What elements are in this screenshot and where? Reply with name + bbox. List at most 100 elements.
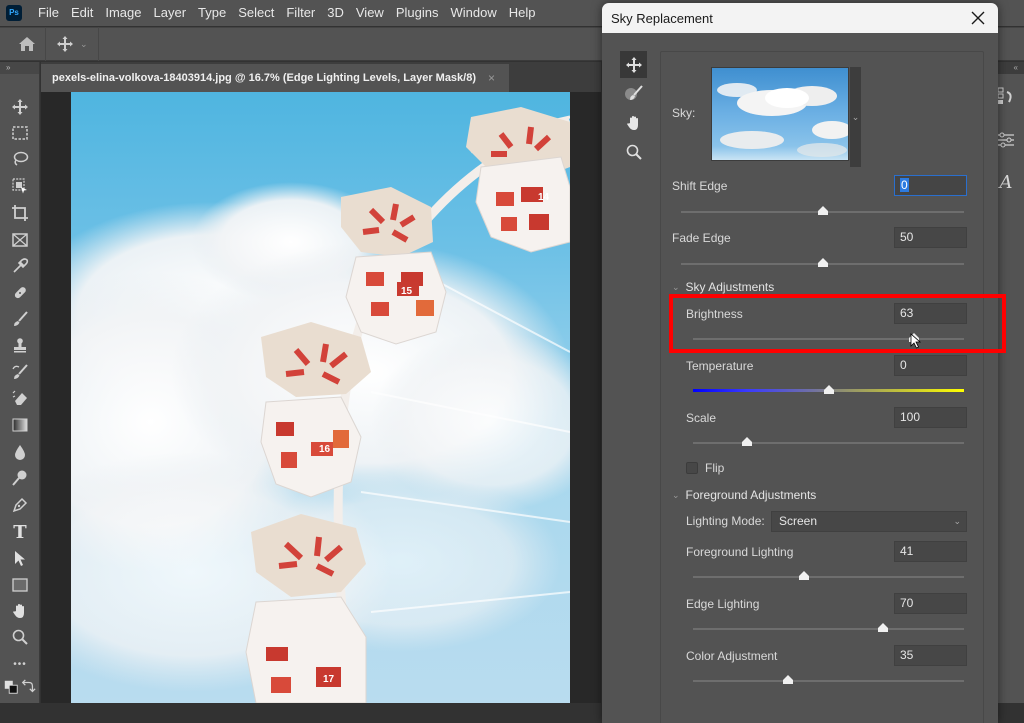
menu-help[interactable]: Help <box>503 0 542 26</box>
lasso-icon <box>13 151 29 166</box>
flip-checkbox[interactable] <box>686 462 698 474</box>
tool-preset-picker[interactable]: ⌄ <box>46 27 99 61</box>
menu-filter[interactable]: Filter <box>280 0 321 26</box>
object-selection-tool[interactable] <box>7 175 33 197</box>
edge-lighting-slider[interactable] <box>693 623 964 634</box>
bandage-icon <box>14 287 26 299</box>
menu-3d[interactable]: 3D <box>321 0 350 26</box>
menu-window[interactable]: Window <box>444 0 502 26</box>
foreground-adjustments-header[interactable]: ⌄ Foreground Adjustments <box>672 488 816 502</box>
home-button[interactable] <box>8 27 46 61</box>
brightness-slider[interactable] <box>693 333 964 344</box>
dialog-titlebar[interactable]: Sky Replacement <box>602 3 998 33</box>
photoshop-logo-icon: Ps <box>6 5 22 21</box>
sky-move-tool[interactable] <box>620 51 647 78</box>
glyphs-icon: A <box>999 171 1013 193</box>
zoom-icon <box>12 629 28 645</box>
rect-marquee-icon <box>12 126 28 140</box>
menu-plugins[interactable]: Plugins <box>390 0 445 26</box>
fade-edge-field[interactable]: 50 <box>894 227 967 248</box>
zoom-tool[interactable] <box>7 626 33 648</box>
lasso-tool[interactable] <box>7 148 33 170</box>
swap-colors-button[interactable] <box>20 676 36 698</box>
shift-edge-slider[interactable] <box>681 206 964 217</box>
slider-thumb[interactable] <box>799 571 810 581</box>
shift-edge-field[interactable]: 0 <box>894 175 967 196</box>
brush-tool[interactable] <box>7 308 33 330</box>
dodge-tool[interactable] <box>7 467 33 489</box>
collapse-toolbar-button[interactable]: » <box>0 62 39 74</box>
type-icon: T <box>13 521 27 543</box>
sky-label: Sky: <box>672 106 696 120</box>
menu-file[interactable]: File <box>32 0 65 26</box>
brightness-field[interactable]: 63 <box>894 303 967 324</box>
path-selection-tool[interactable] <box>7 547 33 569</box>
clone-stamp-tool[interactable] <box>7 335 33 357</box>
sky-adjustments-header[interactable]: ⌄ Sky Adjustments <box>672 280 774 294</box>
foreground-lighting-slider[interactable] <box>693 571 964 582</box>
menu-image[interactable]: Image <box>99 0 147 26</box>
sky-preset-dropdown[interactable]: ⌄ <box>850 67 861 167</box>
dialog-hand-tool[interactable] <box>620 109 647 136</box>
dialog-zoom-tool[interactable] <box>620 138 647 165</box>
eyedropper-icon <box>13 258 29 273</box>
crop-tool[interactable] <box>7 202 33 224</box>
color-adjustment-slider[interactable] <box>693 675 964 686</box>
document-canvas[interactable]: 14 15 16 17 <box>71 92 570 703</box>
lighting-mode-select[interactable]: Screen ⌄ <box>771 511 967 532</box>
menu-edit[interactable]: Edit <box>65 0 99 26</box>
document-tab[interactable]: pexels-elina-volkova-18403914.jpg @ 16.7… <box>41 64 509 92</box>
menu-select[interactable]: Select <box>232 0 280 26</box>
color-adjustment-field[interactable]: 35 <box>894 645 967 666</box>
default-colors-button[interactable] <box>3 676 19 698</box>
chevron-down-icon: ⌄ <box>851 111 860 122</box>
close-tab-icon[interactable]: × <box>488 71 495 85</box>
adjustments-icon <box>998 132 1014 148</box>
slider-thumb[interactable] <box>877 623 888 633</box>
move-tool[interactable] <box>7 96 33 118</box>
arrow-icon <box>15 551 25 566</box>
menu-type[interactable]: Type <box>192 0 232 26</box>
slider-thumb[interactable] <box>817 258 828 268</box>
slider-thumb[interactable] <box>817 206 828 216</box>
temperature-slider[interactable] <box>693 385 964 396</box>
slider-thumb[interactable] <box>782 675 793 685</box>
document-tab-bar: pexels-elina-volkova-18403914.jpg @ 16.7… <box>41 62 601 92</box>
canvas-area[interactable]: 14 15 16 17 <box>41 92 601 703</box>
mouse-cursor-icon <box>910 333 922 349</box>
sky-preset-thumbnail[interactable] <box>711 67 849 161</box>
healing-brush-tool[interactable] <box>7 282 33 304</box>
dialog-close-button[interactable] <box>968 8 988 28</box>
marquee-tool[interactable] <box>7 122 33 144</box>
eyedropper-tool[interactable] <box>7 255 33 277</box>
home-icon <box>18 37 35 51</box>
hand-tool[interactable] <box>7 600 33 622</box>
edit-toolbar-button[interactable]: ••• <box>7 653 33 675</box>
blur-tool[interactable] <box>7 441 33 463</box>
history-brush-tool[interactable] <box>7 361 33 383</box>
gradient-tool[interactable] <box>7 414 33 436</box>
chevron-down-icon: ⌄ <box>953 516 961 526</box>
document-tab-title: pexels-elina-volkova-18403914.jpg @ 16.7… <box>52 72 477 84</box>
shift-edge-label: Shift Edge <box>672 179 728 193</box>
eraser-tool[interactable] <box>7 387 33 409</box>
slider-thumb[interactable] <box>823 385 834 395</box>
foreground-lighting-field[interactable]: 41 <box>894 541 967 562</box>
sky-brush-tool[interactable] <box>620 80 647 107</box>
slider-thumb[interactable] <box>742 437 753 447</box>
edge-lighting-label: Edge Lighting <box>686 597 760 611</box>
edge-lighting-field[interactable]: 70 <box>894 593 967 614</box>
pen-tool[interactable] <box>7 494 33 516</box>
temperature-field[interactable]: 0 <box>894 355 967 376</box>
menu-layer[interactable]: Layer <box>148 0 193 26</box>
scale-slider[interactable] <box>693 437 964 448</box>
rectangle-tool[interactable] <box>7 574 33 596</box>
frame-tool[interactable] <box>7 229 33 251</box>
type-tool[interactable]: T <box>7 521 33 543</box>
gondola-number: 16 <box>319 444 331 455</box>
scale-field[interactable]: 100 <box>894 407 967 428</box>
fade-edge-label: Fade Edge <box>672 231 731 245</box>
close-icon <box>971 11 985 25</box>
menu-view[interactable]: View <box>350 0 390 26</box>
fade-edge-slider[interactable] <box>681 258 964 269</box>
